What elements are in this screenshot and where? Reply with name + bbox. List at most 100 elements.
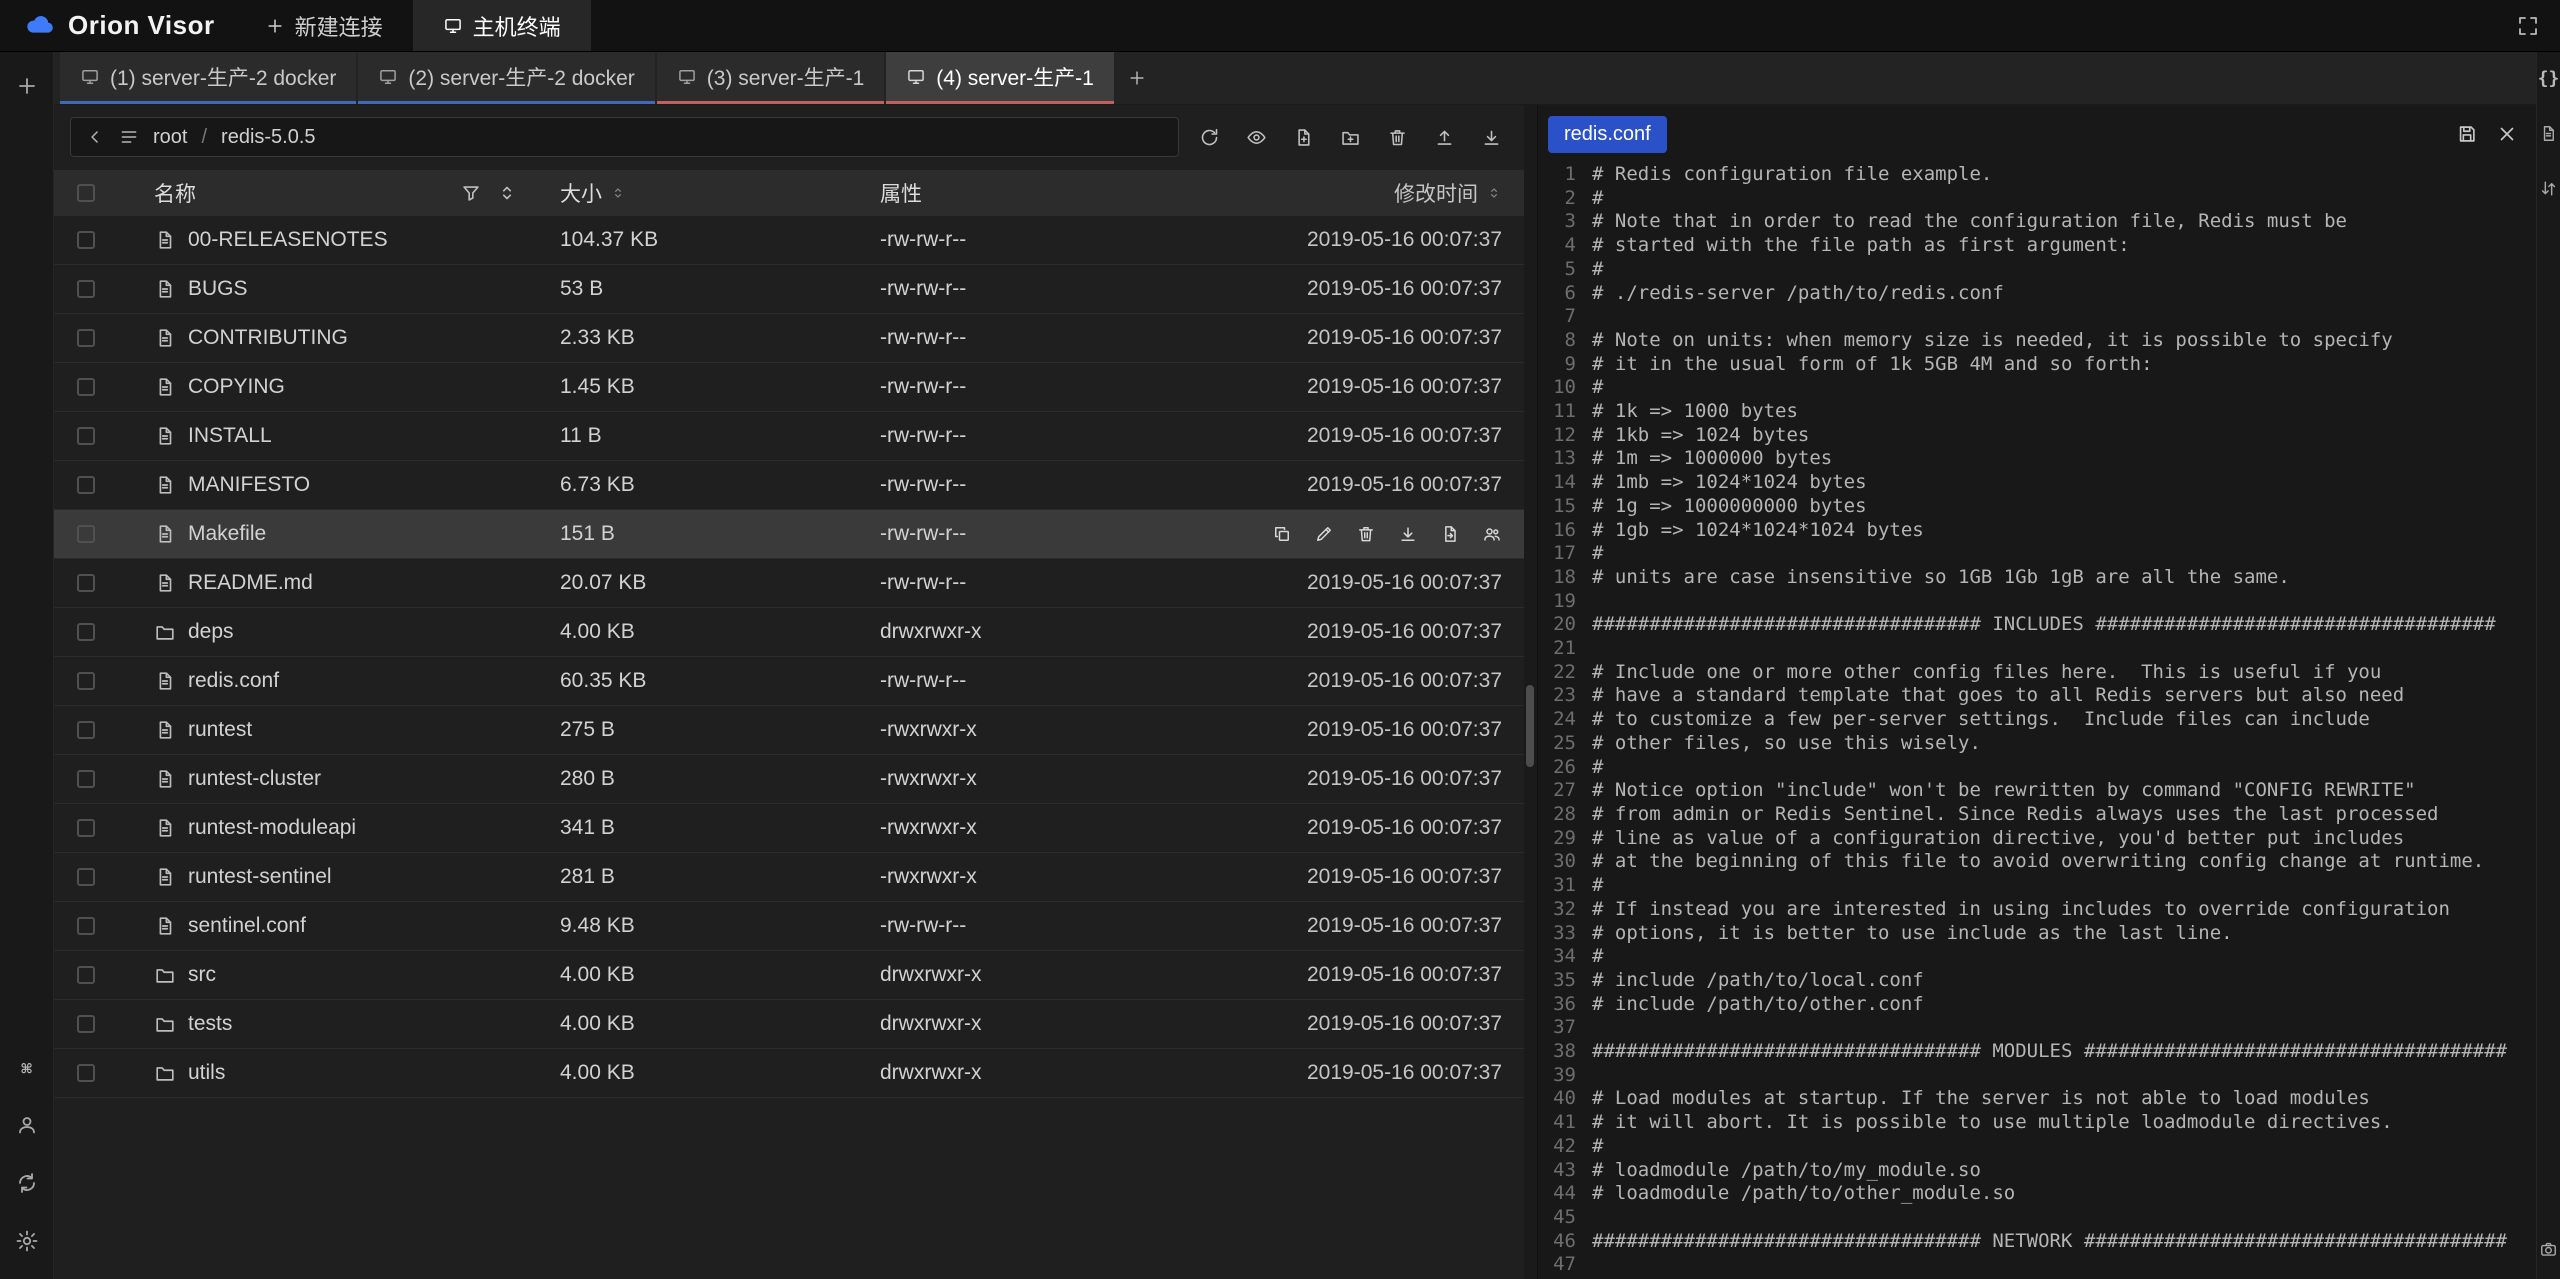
code-line: 7 bbox=[1538, 305, 2536, 329]
sync-button[interactable] bbox=[11, 1167, 43, 1199]
table-row[interactable]: 00-RELEASENOTES104.37 KB-rw-rw-r--2019-0… bbox=[54, 216, 1524, 265]
file-attr: -rw-rw-r-- bbox=[880, 914, 1210, 938]
trash-button[interactable] bbox=[1383, 123, 1412, 152]
row-checkbox[interactable] bbox=[77, 1064, 95, 1082]
row-checkbox[interactable] bbox=[77, 966, 95, 984]
row-checkbox[interactable] bbox=[77, 280, 95, 298]
breadcrumb-root[interactable]: root bbox=[153, 126, 187, 149]
row-checkbox[interactable] bbox=[77, 819, 95, 837]
row-checkbox[interactable] bbox=[77, 574, 95, 592]
table-row[interactable]: CONTRIBUTING2.33 KB-rw-rw-r--2019-05-16 … bbox=[54, 314, 1524, 363]
code-line: 2# bbox=[1538, 187, 2536, 211]
table-row[interactable]: MANIFESTO6.73 KB-rw-rw-r--2019-05-16 00:… bbox=[54, 461, 1524, 510]
file-modified-time: 2019-05-16 00:07:37 bbox=[1210, 963, 1524, 987]
column-header-size[interactable]: 大小 bbox=[560, 178, 880, 208]
table-row[interactable]: tests4.00 KBdrwxrwxr-x2019-05-16 00:07:3… bbox=[54, 1000, 1524, 1049]
save-icon[interactable] bbox=[2456, 123, 2478, 145]
column-header-modified[interactable]: 修改时间 bbox=[1210, 178, 1524, 208]
row-checkbox[interactable] bbox=[77, 672, 95, 690]
users-action-icon[interactable] bbox=[1482, 524, 1502, 544]
back-icon[interactable] bbox=[85, 127, 105, 147]
sort-icon[interactable] bbox=[1486, 182, 1502, 204]
table-row[interactable]: runtest275 B-rwxrwxr-x2019-05-16 00:07:3… bbox=[54, 706, 1524, 755]
row-checkbox[interactable] bbox=[77, 770, 95, 788]
code-line: 37 bbox=[1538, 1016, 2536, 1040]
row-checkbox[interactable] bbox=[77, 868, 95, 886]
doc-button[interactable] bbox=[2535, 120, 2560, 147]
file-modified-time: 2019-05-16 00:07:37 bbox=[1210, 473, 1524, 497]
new-connection-button[interactable]: 新建连接 bbox=[235, 0, 413, 51]
row-checkbox[interactable] bbox=[77, 231, 95, 249]
table-row[interactable]: BUGS53 B-rw-rw-r--2019-05-16 00:07:37 bbox=[54, 265, 1524, 314]
swap-button[interactable] bbox=[2535, 175, 2560, 202]
line-number: 46 bbox=[1538, 1230, 1592, 1254]
list-view-icon[interactable] bbox=[119, 127, 139, 147]
close-icon[interactable] bbox=[2496, 123, 2518, 145]
file-modified-time: 2019-05-16 00:07:37 bbox=[1210, 375, 1524, 399]
trash-action-icon[interactable] bbox=[1356, 524, 1376, 544]
pencil-action-icon[interactable] bbox=[1314, 524, 1334, 544]
refresh-button[interactable] bbox=[1195, 123, 1224, 152]
row-checkbox[interactable] bbox=[77, 329, 95, 347]
gear-button[interactable] bbox=[11, 1225, 43, 1257]
add-terminal-tab-button[interactable] bbox=[1114, 52, 1160, 104]
doc-icon bbox=[154, 572, 176, 594]
right-rail: {} bbox=[2536, 52, 2560, 1279]
download-button[interactable] bbox=[1477, 123, 1506, 152]
terminal-tab[interactable]: (2) server-生产-2 docker bbox=[358, 52, 654, 104]
row-checkbox[interactable] bbox=[77, 721, 95, 739]
editor-header: redis.conf bbox=[1538, 105, 2536, 163]
file-plus-button[interactable] bbox=[1289, 123, 1318, 152]
move-action-icon[interactable] bbox=[1440, 524, 1460, 544]
breadcrumb-current[interactable]: redis-5.0.5 bbox=[221, 126, 316, 149]
table-row[interactable]: redis.conf60.35 KB-rw-rw-r--2019-05-16 0… bbox=[54, 657, 1524, 706]
row-checkbox[interactable] bbox=[77, 1015, 95, 1033]
editor-file-tab[interactable]: redis.conf bbox=[1548, 116, 1667, 153]
row-checkbox[interactable] bbox=[77, 427, 95, 445]
folder-plus-button[interactable] bbox=[1336, 123, 1365, 152]
table-row[interactable]: deps4.00 KBdrwxrwxr-x2019-05-16 00:07:37 bbox=[54, 608, 1524, 657]
monitor-icon bbox=[378, 67, 398, 87]
row-checkbox[interactable] bbox=[77, 476, 95, 494]
copy-action-icon[interactable] bbox=[1272, 524, 1292, 544]
row-checkbox[interactable] bbox=[77, 525, 95, 543]
host-terminal-tab[interactable]: 主机终端 bbox=[413, 0, 591, 51]
filter-funnel-icon[interactable] bbox=[460, 182, 482, 204]
table-row[interactable]: README.md20.07 KB-rw-rw-r--2019-05-16 00… bbox=[54, 559, 1524, 608]
code-line: 38################################## MOD… bbox=[1538, 1040, 2536, 1064]
braces-button[interactable]: {} bbox=[2534, 66, 2560, 92]
row-checkbox[interactable] bbox=[77, 623, 95, 641]
scrollbar-thumb[interactable] bbox=[1526, 685, 1534, 767]
select-all-checkbox[interactable] bbox=[77, 184, 95, 202]
code-editor-area[interactable]: 1# Redis configuration file example.2#3#… bbox=[1538, 163, 2536, 1279]
table-row[interactable]: runtest-moduleapi341 B-rwxrwxr-x2019-05-… bbox=[54, 804, 1524, 853]
eye-button[interactable] bbox=[1242, 123, 1271, 152]
table-row[interactable]: Makefile151 B-rw-rw-r-- bbox=[54, 510, 1524, 559]
column-header-name[interactable]: 名称 bbox=[118, 178, 560, 208]
row-checkbox[interactable] bbox=[77, 378, 95, 396]
terminal-tab[interactable]: (4) server-生产-1 bbox=[886, 52, 1114, 104]
camera-button[interactable] bbox=[2535, 1236, 2560, 1263]
table-row[interactable]: INSTALL11 B-rw-rw-r--2019-05-16 00:07:37 bbox=[54, 412, 1524, 461]
row-checkbox[interactable] bbox=[77, 917, 95, 935]
terminal-tab[interactable]: (1) server-生产-2 docker bbox=[60, 52, 356, 104]
command-button[interactable]: ⌘ bbox=[17, 1057, 36, 1083]
rail-new-connection-button[interactable] bbox=[11, 70, 43, 102]
table-row[interactable]: src4.00 KBdrwxrwxr-x2019-05-16 00:07:37 bbox=[54, 951, 1524, 1000]
person-button[interactable] bbox=[11, 1109, 43, 1141]
fullscreen-button[interactable] bbox=[2512, 10, 2544, 42]
download-action-icon[interactable] bbox=[1398, 524, 1418, 544]
table-row[interactable]: sentinel.conf9.48 KB-rw-rw-r--2019-05-16… bbox=[54, 902, 1524, 951]
table-row[interactable]: runtest-sentinel281 B-rwxrwxr-x2019-05-1… bbox=[54, 853, 1524, 902]
table-row[interactable]: runtest-cluster280 B-rwxrwxr-x2019-05-16… bbox=[54, 755, 1524, 804]
table-row[interactable]: COPYING1.45 KB-rw-rw-r--2019-05-16 00:07… bbox=[54, 363, 1524, 412]
code-line: 40# Load modules at startup. If the serv… bbox=[1538, 1087, 2536, 1111]
upload-button[interactable] bbox=[1430, 123, 1459, 152]
file-attr: -rw-rw-r-- bbox=[880, 669, 1210, 693]
table-row[interactable]: utils4.00 KBdrwxrwxr-x2019-05-16 00:07:3… bbox=[54, 1049, 1524, 1098]
code-line: 10# bbox=[1538, 376, 2536, 400]
sort-icon[interactable] bbox=[496, 182, 518, 204]
sort-icon[interactable] bbox=[610, 182, 626, 204]
file-name: CONTRIBUTING bbox=[188, 326, 348, 350]
terminal-tab[interactable]: (3) server-生产-1 bbox=[657, 52, 885, 104]
